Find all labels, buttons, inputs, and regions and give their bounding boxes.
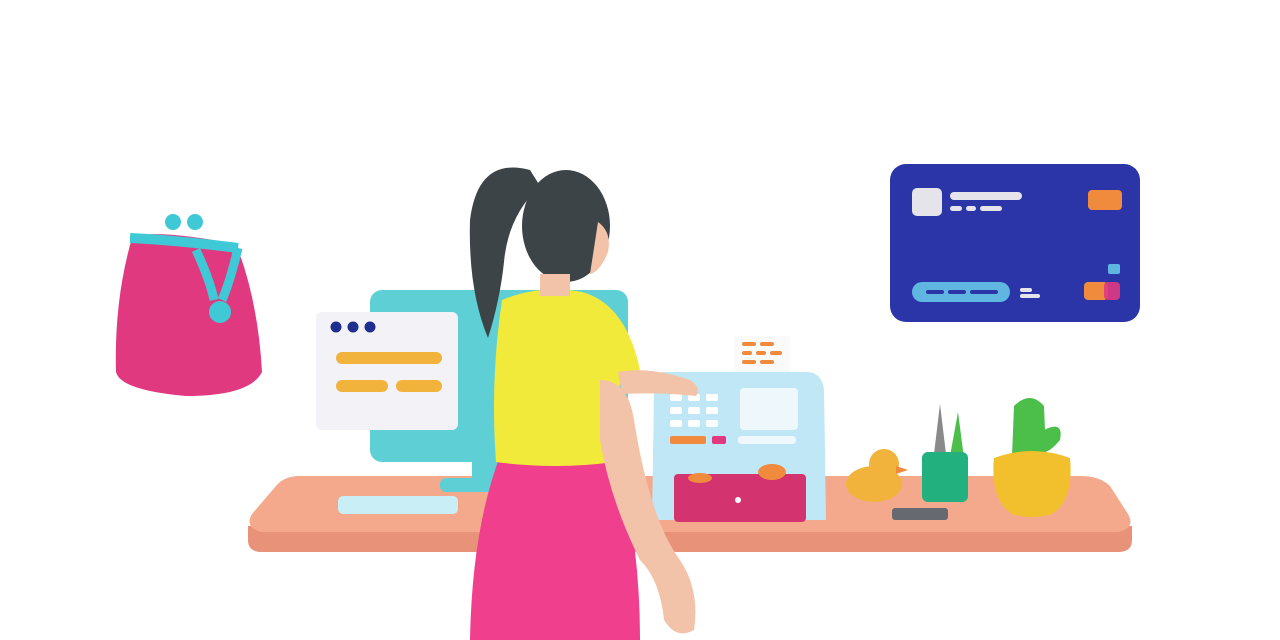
- phone: [892, 508, 948, 520]
- credit-card: [890, 164, 1140, 322]
- keyboard: [338, 496, 458, 514]
- pencil-cup: [922, 404, 968, 502]
- shopping-checkout-illustration: [115, 164, 1140, 640]
- coin-purse: [115, 214, 262, 396]
- browser-window: [316, 312, 458, 430]
- cash-register: [652, 336, 826, 522]
- cactus-plant: [993, 398, 1071, 517]
